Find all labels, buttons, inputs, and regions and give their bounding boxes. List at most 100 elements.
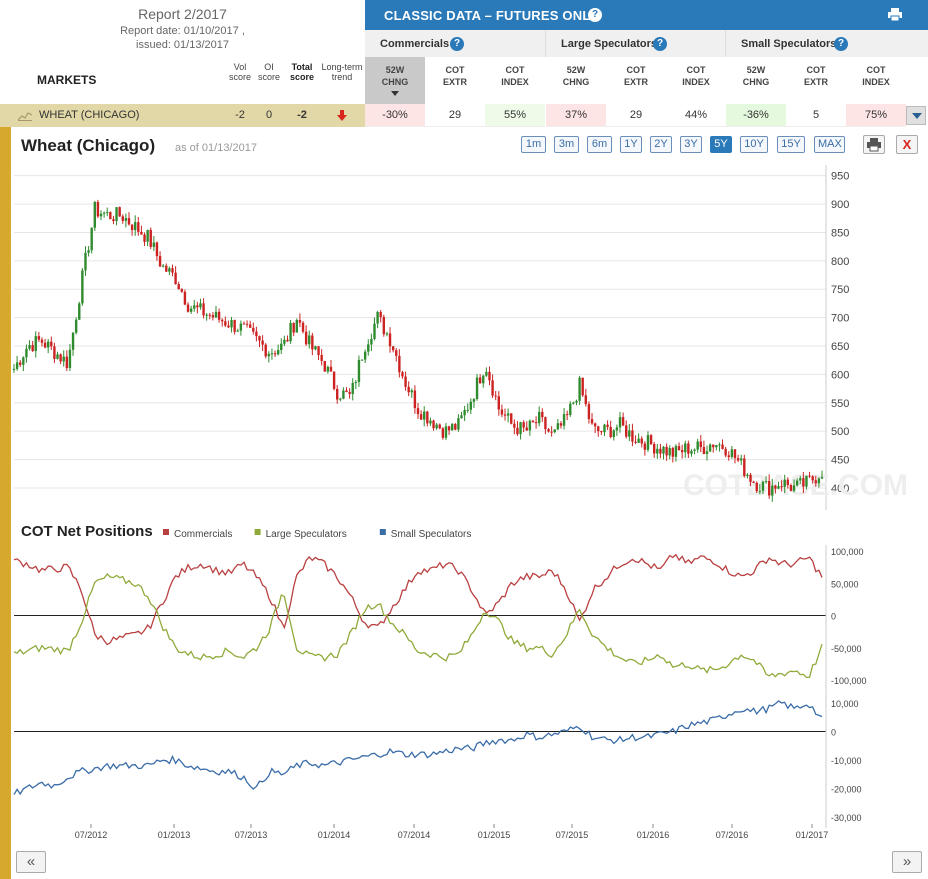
- commercials-cot-index-value: 55%: [485, 104, 545, 127]
- price-candle: [581, 377, 584, 396]
- price-candle: [363, 351, 367, 360]
- price-candle: [485, 371, 488, 376]
- price-candle: [640, 438, 643, 444]
- price-candle: [388, 333, 392, 347]
- price-candle: [572, 402, 575, 404]
- price-candle: [587, 404, 591, 420]
- range-button-15y[interactable]: 15Y: [777, 136, 805, 153]
- price-candle: [301, 322, 305, 332]
- help-icon[interactable]: ?: [588, 8, 602, 22]
- price-candle: [25, 348, 28, 358]
- price-candle: [438, 424, 441, 429]
- next-market-button[interactable]: »: [892, 851, 922, 873]
- price-candle: [193, 305, 196, 309]
- price-candle: [53, 346, 56, 359]
- prev-market-button[interactable]: «: [16, 851, 46, 873]
- vol-score-header[interactable]: Vol score: [226, 62, 254, 82]
- price-candle: [416, 408, 420, 415]
- range-button-10y[interactable]: 10Y: [740, 136, 768, 153]
- legend-label: Small Speculators: [391, 529, 472, 540]
- price-candle: [56, 354, 59, 359]
- range-button-6m[interactable]: 6m: [587, 136, 612, 153]
- price-candle: [320, 355, 323, 361]
- price-candle: [308, 335, 311, 345]
- price-candle: [224, 321, 227, 326]
- price-candle: [96, 201, 100, 217]
- price-candle: [699, 441, 702, 448]
- price-candle: [565, 414, 569, 416]
- x-tick-label: 01/2013: [158, 830, 191, 840]
- large-specs-52w-chng-header[interactable]: 52W CHNG: [546, 57, 606, 104]
- price-candle: [419, 414, 423, 420]
- price-candle: [71, 332, 75, 350]
- small-specs-cot-extr-header[interactable]: COT EXTR: [786, 57, 846, 104]
- price-chart: 950 900 850 800 750 700 650 600 550 500 450 400COTB…: [12, 165, 908, 510]
- cot-lower-tick-label: 0: [831, 728, 836, 738]
- commercials-cot-extr-header[interactable]: COT EXTR: [425, 57, 485, 104]
- price-candle: [149, 230, 152, 247]
- price-candle: [382, 317, 386, 335]
- price-candle: [84, 252, 87, 271]
- range-button-3y[interactable]: 3Y: [680, 136, 702, 153]
- small-specs-cot-index-header[interactable]: COT INDEX: [846, 57, 906, 104]
- markets-column-header[interactable]: MARKETS: [37, 73, 96, 87]
- price-candle: [46, 341, 50, 348]
- oi-score-header[interactable]: OI score: [255, 62, 283, 82]
- range-button-3m[interactable]: 3m: [554, 136, 579, 153]
- price-candle: [674, 446, 678, 457]
- price-candle: [727, 455, 730, 458]
- range-button-2y[interactable]: 2Y: [650, 136, 672, 153]
- print-icon[interactable]: [888, 8, 902, 21]
- market-row-wheat[interactable]: WHEAT (CHICAGO) -2 0 -2: [0, 104, 365, 127]
- total-score-header[interactable]: Total score: [285, 62, 319, 82]
- price-candle: [525, 427, 528, 431]
- small-specs-52w-chng-header[interactable]: 52W CHNG: [726, 57, 786, 104]
- large-specs-cot-index-header[interactable]: COT INDEX: [666, 57, 726, 104]
- price-candle: [426, 411, 429, 424]
- legend-swatch: [254, 529, 261, 535]
- commercials-52w-chng-header[interactable]: 52W CHNG: [365, 57, 425, 104]
- chart-close-button[interactable]: X: [896, 135, 918, 154]
- row-dropdown-button[interactable]: [906, 106, 926, 125]
- range-button-max[interactable]: MAX: [814, 136, 845, 153]
- price-candle: [242, 323, 246, 325]
- help-icon[interactable]: ?: [834, 37, 848, 51]
- price-candle: [329, 366, 333, 372]
- mini-chart-icon: [18, 112, 32, 121]
- large-specs-cot-extr-header[interactable]: COT EXTR: [606, 57, 666, 104]
- help-icon[interactable]: ?: [653, 37, 667, 51]
- price-candle: [491, 380, 494, 396]
- range-button-1y[interactable]: 1Y: [620, 136, 642, 153]
- x-tick-label: 01/2015: [478, 830, 511, 840]
- price-candle: [460, 415, 463, 419]
- oi-score-value: 0: [265, 109, 273, 121]
- market-name[interactable]: WHEAT (CHICAGO): [39, 109, 139, 121]
- price-candle: [767, 481, 771, 496]
- price-candle: [721, 444, 724, 449]
- price-candle: [544, 417, 547, 430]
- price-candle: [140, 231, 143, 235]
- price-candle: [37, 336, 41, 340]
- price-candle: [348, 392, 351, 394]
- long-term-trend-header[interactable]: Long-term trend: [319, 62, 365, 82]
- price-candle: [777, 486, 780, 489]
- price-candle: [590, 419, 594, 424]
- price-candle: [59, 354, 62, 362]
- chart-print-button[interactable]: [863, 135, 885, 154]
- price-candle: [628, 430, 631, 437]
- x-tick-label: 07/2016: [716, 830, 749, 840]
- price-candle: [510, 413, 513, 424]
- price-candle: [746, 474, 749, 476]
- x-tick-label: 07/2012: [75, 830, 108, 840]
- price-candle: [702, 447, 706, 454]
- price-candle: [373, 323, 376, 339]
- trend-header-line1: Long-term: [321, 62, 363, 72]
- range-button-1m[interactable]: 1m: [521, 136, 546, 153]
- help-icon[interactable]: ?: [450, 37, 464, 51]
- price-candle: [444, 426, 448, 438]
- price-candle: [74, 319, 78, 333]
- price-candle: [186, 304, 190, 312]
- commercials-cot-index-header[interactable]: COT INDEX: [485, 57, 545, 104]
- price-candle: [376, 311, 379, 324]
- range-button-5y[interactable]: 5Y: [710, 136, 732, 153]
